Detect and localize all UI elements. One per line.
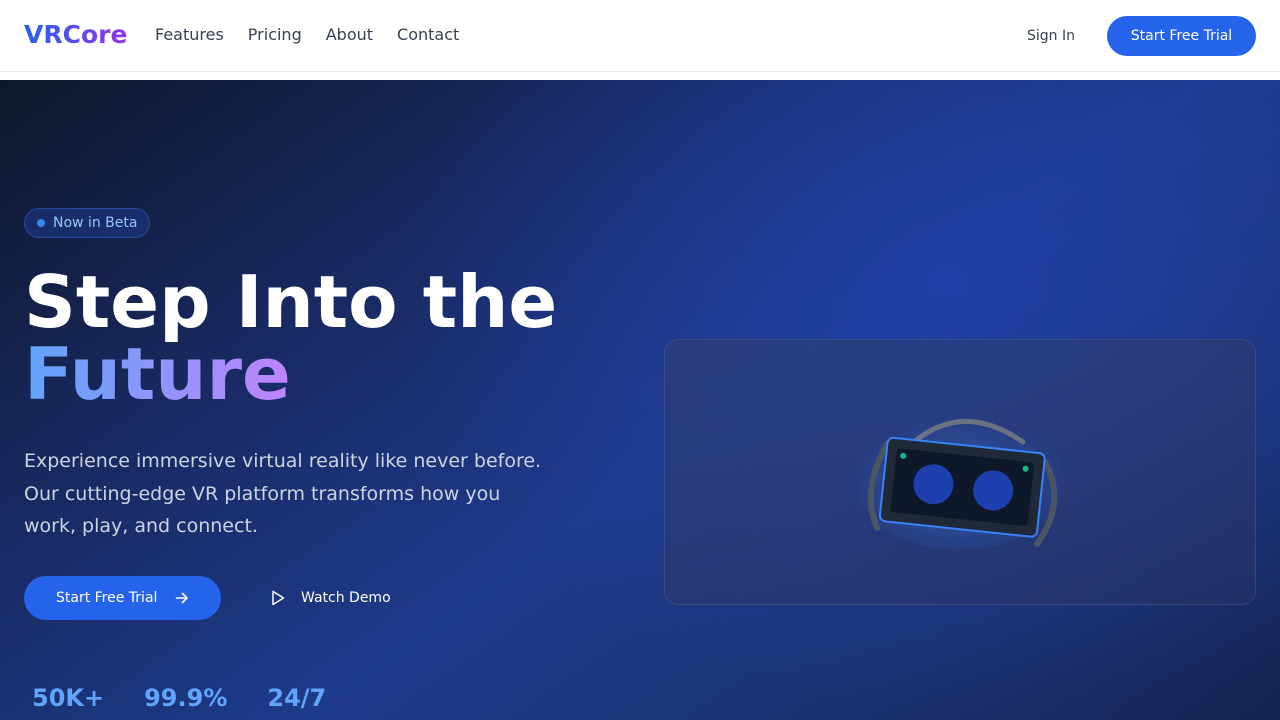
beta-badge-label: Now in Beta [53, 215, 138, 231]
stat-uptime: 99.9% [144, 684, 228, 712]
beta-badge: Now in Beta [24, 208, 151, 238]
logo[interactable]: VRCore [24, 20, 127, 50]
arrow-right-icon [175, 592, 188, 604]
hero-start-trial-label: Start Free Trial [56, 590, 158, 606]
vr-headset-icon [855, 414, 1065, 550]
top-nav: VRCore Features Pricing About Contact Si… [0, 0, 1280, 72]
nav-link-pricing[interactable]: Pricing [248, 25, 302, 45]
hero-title-line2: Future [24, 332, 291, 416]
hero-title-line1: Step Into the [24, 260, 558, 344]
watch-demo-label: Watch Demo [301, 590, 391, 606]
stat-support: 24/7 [267, 684, 327, 712]
nav-link-about[interactable]: About [326, 25, 373, 45]
hero-section: Now in Beta Step Into the Future Experie… [0, 80, 1280, 720]
status-dot-icon [37, 219, 45, 227]
hero-subtitle: Experience immersive virtual reality lik… [24, 450, 542, 537]
nav-link-contact[interactable]: Contact [397, 25, 459, 45]
nav-links: Features Pricing About Contact [155, 25, 483, 45]
sign-in-link[interactable]: Sign In [1027, 27, 1075, 45]
hero-start-trial-button[interactable]: Start Free Trial [24, 576, 221, 620]
watch-demo-button[interactable]: Watch Demo [270, 588, 391, 608]
nav-link-features[interactable]: Features [155, 25, 224, 45]
play-icon [272, 590, 285, 606]
nav-start-trial-button[interactable]: Start Free Trial [1107, 16, 1256, 56]
hero-visual-card [664, 339, 1256, 605]
stats-row: 50K+ 99.9% 24/7 [32, 683, 366, 713]
stat-users: 50K+ [32, 684, 105, 712]
